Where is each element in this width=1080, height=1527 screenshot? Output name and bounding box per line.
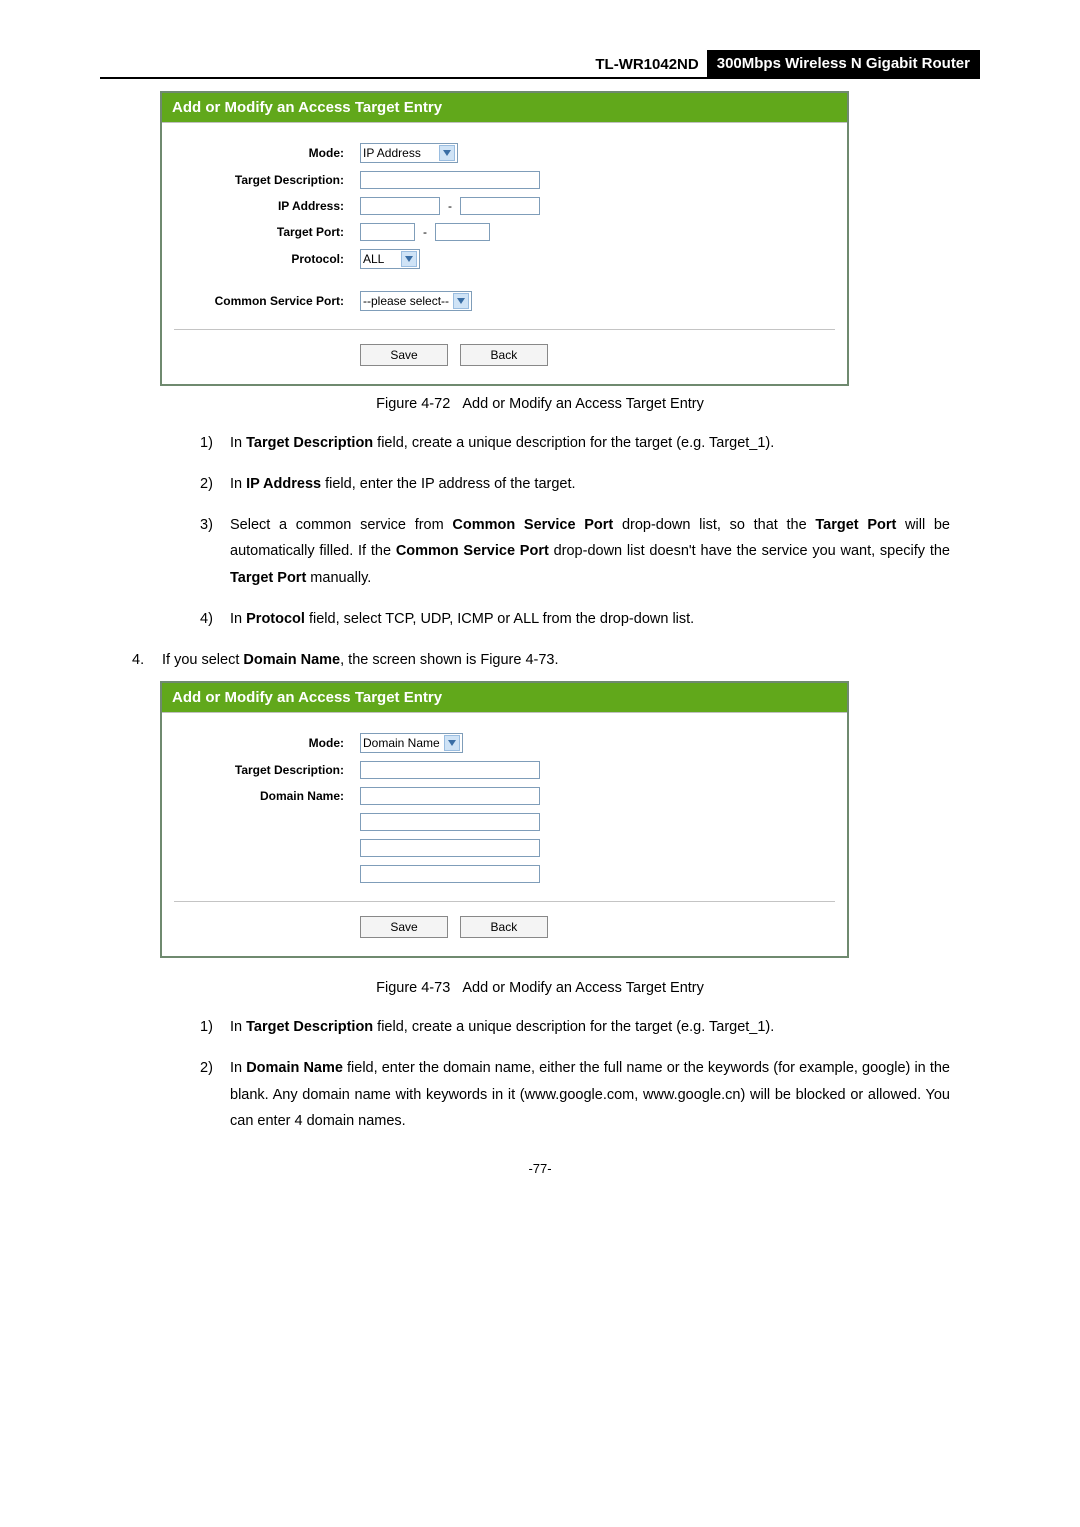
label-protocol: Protocol: [174,252,360,266]
mode-select-value: IP Address [363,146,435,160]
header-description: 300Mbps Wireless N Gigabit Router [707,50,980,77]
mode-select[interactable]: IP Address [360,143,458,163]
label-mode: Mode: [174,736,360,750]
label-mode: Mode: [174,146,360,160]
target-port-end-input[interactable] [435,223,490,241]
chevron-down-icon [444,735,460,751]
step-number: 1) [200,1014,230,1041]
divider [174,901,835,902]
back-button[interactable]: Back [460,344,548,366]
step-number: 1) [200,430,230,457]
page-header: TL-WR1042ND 300Mbps Wireless N Gigabit R… [100,50,980,79]
chevron-down-icon [401,251,417,267]
step-text: Select a common service from Common Serv… [230,512,950,592]
mode-select-value: Domain Name [363,736,440,750]
domain-name-input-4[interactable] [360,865,540,883]
domain-name-input-3[interactable] [360,839,540,857]
divider [174,329,835,330]
label-target-description: Target Description: [174,173,360,187]
common-service-port-value: --please select-- [363,294,449,308]
step-number: 4) [200,606,230,633]
target-description-input[interactable] [360,171,540,189]
step-text: In Target Description field, create a un… [230,430,950,457]
chevron-down-icon [453,293,469,309]
domain-name-input-1[interactable] [360,787,540,805]
figure-caption-1: Figure 4-72 Add or Modify an Access Targ… [100,396,980,412]
step-text: In IP Address field, enter the IP addres… [230,471,950,498]
screenshot-ip-mode: Add or Modify an Access Target Entry Mod… [160,91,849,386]
save-button[interactable]: Save [360,916,448,938]
label-target-port: Target Port: [174,225,360,239]
label-common-service-port: Common Service Port: [174,294,360,308]
step-number: 2) [200,471,230,498]
step-text: In Domain Name field, enter the domain n… [230,1055,950,1135]
step-text: In Protocol field, select TCP, UDP, ICMP… [230,606,950,633]
header-model: TL-WR1042ND [595,52,706,77]
chevron-down-icon [439,145,455,161]
range-dash: - [444,199,456,213]
protocol-select[interactable]: ALL [360,249,420,269]
mode-select[interactable]: Domain Name [360,733,463,753]
label-domain-name: Domain Name: [174,789,360,803]
save-button[interactable]: Save [360,344,448,366]
label-ip-address: IP Address: [174,199,360,213]
common-service-port-select[interactable]: --please select-- [360,291,472,311]
panel-title: Add or Modify an Access Target Entry [162,683,847,713]
page-number: -77- [100,1161,980,1176]
figure-caption-2: Figure 4-73 Add or Modify an Access Targ… [100,980,980,996]
ip-address-start-input[interactable] [360,197,440,215]
screenshot-domain-mode: Add or Modify an Access Target Entry Mod… [160,681,849,958]
back-button[interactable]: Back [460,916,548,938]
step-number: 3) [200,512,230,592]
label-target-description: Target Description: [174,763,360,777]
target-description-input[interactable] [360,761,540,779]
panel-title: Add or Modify an Access Target Entry [162,93,847,123]
protocol-select-value: ALL [363,252,397,266]
target-port-start-input[interactable] [360,223,415,241]
instruction-list-2: 1) In Target Description field, create a… [200,1014,950,1135]
range-dash: - [419,225,431,239]
step-number: 2) [200,1055,230,1135]
step-text: In Target Description field, create a un… [230,1014,950,1041]
domain-name-input-2[interactable] [360,813,540,831]
instruction-list-1: 1) In Target Description field, create a… [200,430,950,633]
outer-step-4: 4. If you select Domain Name, the screen… [132,647,950,673]
ip-address-end-input[interactable] [460,197,540,215]
step-number: 4. [132,647,162,673]
step-text: If you select Domain Name, the screen sh… [162,647,559,673]
